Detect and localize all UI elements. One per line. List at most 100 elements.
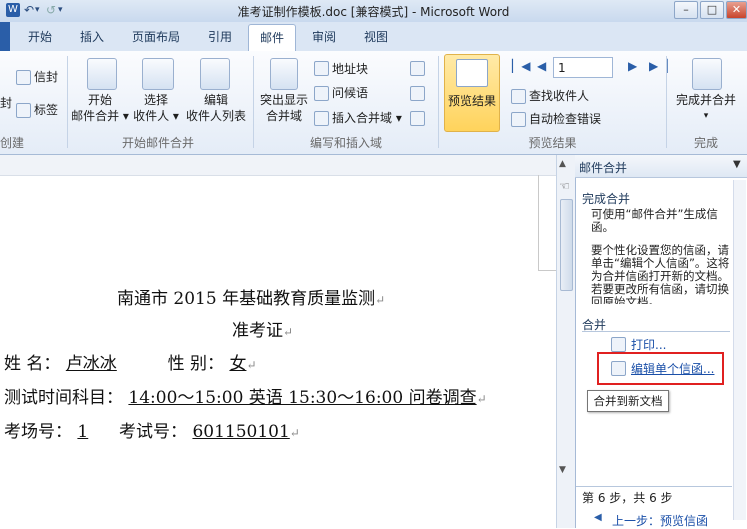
doc-heading: 南通市 2015 年基础教育质量监测↵ <box>117 289 386 309</box>
first-record-icon[interactable]: ▏◀ <box>512 59 530 73</box>
tab-references[interactable]: 引用 <box>208 28 232 45</box>
document-scrollbar[interactable]: ▲ ☜ ▼ <box>556 155 575 528</box>
rules-icon[interactable] <box>410 61 425 76</box>
create-group-label: 创建 <box>0 136 25 150</box>
match-fields-icon[interactable] <box>410 86 425 101</box>
tab-page-layout[interactable]: 页面布局 <box>132 28 180 45</box>
previous-record-icon[interactable]: ◀ <box>537 59 546 73</box>
gender-field: 女 <box>229 354 247 374</box>
exam-no-field: 601150101 <box>192 422 290 442</box>
record-number-input[interactable]: 1 <box>553 57 613 78</box>
red-highlight-box <box>597 352 724 385</box>
name-field: 卢冰冰 <box>65 354 117 374</box>
task-pane-scrollbar[interactable] <box>733 180 746 520</box>
room-label: 考场号： <box>4 422 72 442</box>
complete-description: 可使用“邮件合并”生成信函。 <box>591 207 718 234</box>
step-indicator: 第 6 步，共 6 步 <box>582 491 673 505</box>
find-recipient-icon <box>511 89 526 104</box>
preview-results-button[interactable]: 预览结果 <box>444 54 500 132</box>
finish-and-merge-button[interactable]: 完成并合并 ▾ <box>670 92 742 124</box>
page-margin-mark <box>538 270 556 271</box>
tab-insert[interactable]: 插入 <box>80 28 104 45</box>
next-record-icon[interactable]: ▶ <box>628 59 637 73</box>
footer-divider <box>576 486 732 487</box>
scroll-thumb[interactable] <box>560 199 573 291</box>
time-field: 14:00～15:00 英语 15:30～16:00 问卷调查 <box>128 388 477 408</box>
section-divider <box>582 331 730 332</box>
highlight-line1: 突出显示 <box>259 93 308 107</box>
scroll-up-icon[interactable]: ▲ <box>559 159 566 169</box>
doc-line-name: 姓 名： 卢冰冰 性 别： 女↵ <box>4 354 257 374</box>
doc-line-time: 测试时间科目： 14:00～15:00 英语 15:30～16:00 问卷调查↵ <box>4 388 487 408</box>
edit-list-line2: 收件人列表 <box>185 109 246 123</box>
separator <box>438 56 439 148</box>
section-complete-merge: 完成合并 <box>582 192 631 206</box>
minimize-button[interactable]: – <box>674 1 698 19</box>
labels-button[interactable]: 标签 <box>34 101 58 118</box>
print-link[interactable]: 打印... <box>631 336 666 353</box>
finish-merge-label: 完成并合并 <box>675 93 736 107</box>
name-label: 姓 名： <box>4 354 61 374</box>
edit-list-line1: 编辑 <box>203 93 228 107</box>
close-button[interactable]: ✕ <box>726 1 747 19</box>
start-mail-merge-button[interactable]: 开始 邮件合并 ▾ <box>70 92 130 124</box>
preview-results-label: 预览结果 <box>447 94 496 108</box>
auto-check-errors-button[interactable]: 自动检查错误 <box>529 110 601 127</box>
label-icon <box>16 103 31 118</box>
insert-merge-field-button[interactable]: 插入合并域 ▾ <box>332 109 402 126</box>
previous-step-link[interactable]: 上一步：预览信函 <box>612 512 708 529</box>
select-recipients-icon <box>142 58 174 90</box>
scroll-down-icon[interactable]: ▼ <box>559 465 566 475</box>
select-recipients-button[interactable]: 选择 收件人 ▾ <box>128 92 184 124</box>
task-pane-header: 邮件合并 ▼ <box>575 155 747 178</box>
doc-line-room: 考场号： 1 考试号： 601150101↵ <box>4 422 300 442</box>
start-merge-line1: 开始 <box>87 93 112 107</box>
tab-home[interactable]: 开始 <box>28 28 52 45</box>
task-pane-title: 邮件合并 <box>579 161 628 175</box>
edit-recipient-list-button[interactable]: 编辑 收件人列表 <box>184 92 248 124</box>
heading-text: 南通市 2015 年基础教育质量监测 <box>117 289 376 309</box>
write-group-label: 编写和插入域 <box>309 136 382 150</box>
update-labels-icon[interactable] <box>410 111 425 126</box>
highlight-merge-fields-button[interactable]: 突出显示 合并域 <box>256 92 312 124</box>
back-arrow-icon: ◀ <box>594 512 602 523</box>
greeting-line-icon <box>314 86 329 101</box>
finish-merge-icon <box>692 58 722 90</box>
finish-merge-dropdown-icon: ▾ <box>703 111 709 121</box>
address-block-icon <box>314 61 329 76</box>
tab-file[interactable] <box>0 22 10 51</box>
finish-group-label: 完成 <box>693 136 718 150</box>
address-block-button[interactable]: 地址块 <box>332 60 368 77</box>
last-record-icon[interactable]: ▶▕ <box>649 59 667 73</box>
tab-review[interactable]: 审阅 <box>312 28 336 45</box>
hand-icon[interactable]: ☜ <box>559 179 570 193</box>
title-bar: W ↶ ▾ ↺ ▾ 准考证制作模板.doc [兼容模式] - Microsoft… <box>0 0 747 22</box>
greeting-line-button[interactable]: 问候语 <box>332 84 368 101</box>
start-mail-merge-icon <box>87 58 117 90</box>
room-field: 1 <box>77 422 89 442</box>
edit-recipient-list-icon <box>200 58 230 90</box>
insert-merge-field-icon <box>314 111 329 126</box>
gender-label: 性 别： <box>167 354 225 374</box>
preview-abc-icon <box>456 59 488 87</box>
tab-view[interactable]: 视图 <box>364 28 388 45</box>
ribbon-tab-bar: 开始 插入 页面布局 引用 邮件 审阅 视图 <box>0 22 747 52</box>
start-group-label: 开始邮件合并 <box>121 136 194 150</box>
find-recipient-button[interactable]: 查找收件人 <box>529 87 589 104</box>
subheading-text: 准考证 <box>232 321 283 341</box>
separator <box>666 56 667 148</box>
auto-check-errors-icon <box>511 112 526 127</box>
tab-mailings[interactable]: 邮件 <box>248 24 296 51</box>
print-icon <box>611 337 626 352</box>
separator <box>253 56 254 148</box>
highlight-fields-icon <box>270 58 298 90</box>
envelopes-button[interactable]: 信封 <box>34 68 58 85</box>
page-margin-mark <box>538 175 539 270</box>
task-pane-menu-icon[interactable]: ▼ <box>733 159 741 170</box>
document-area[interactable] <box>0 155 556 528</box>
select-recipients-line2: 收件人 ▾ <box>133 109 179 123</box>
doc-subheading: 准考证↵ <box>232 321 294 341</box>
create-fragment-label: 封 <box>0 96 13 110</box>
envelope-icon <box>16 70 31 85</box>
maximize-button[interactable]: □ <box>700 1 724 19</box>
